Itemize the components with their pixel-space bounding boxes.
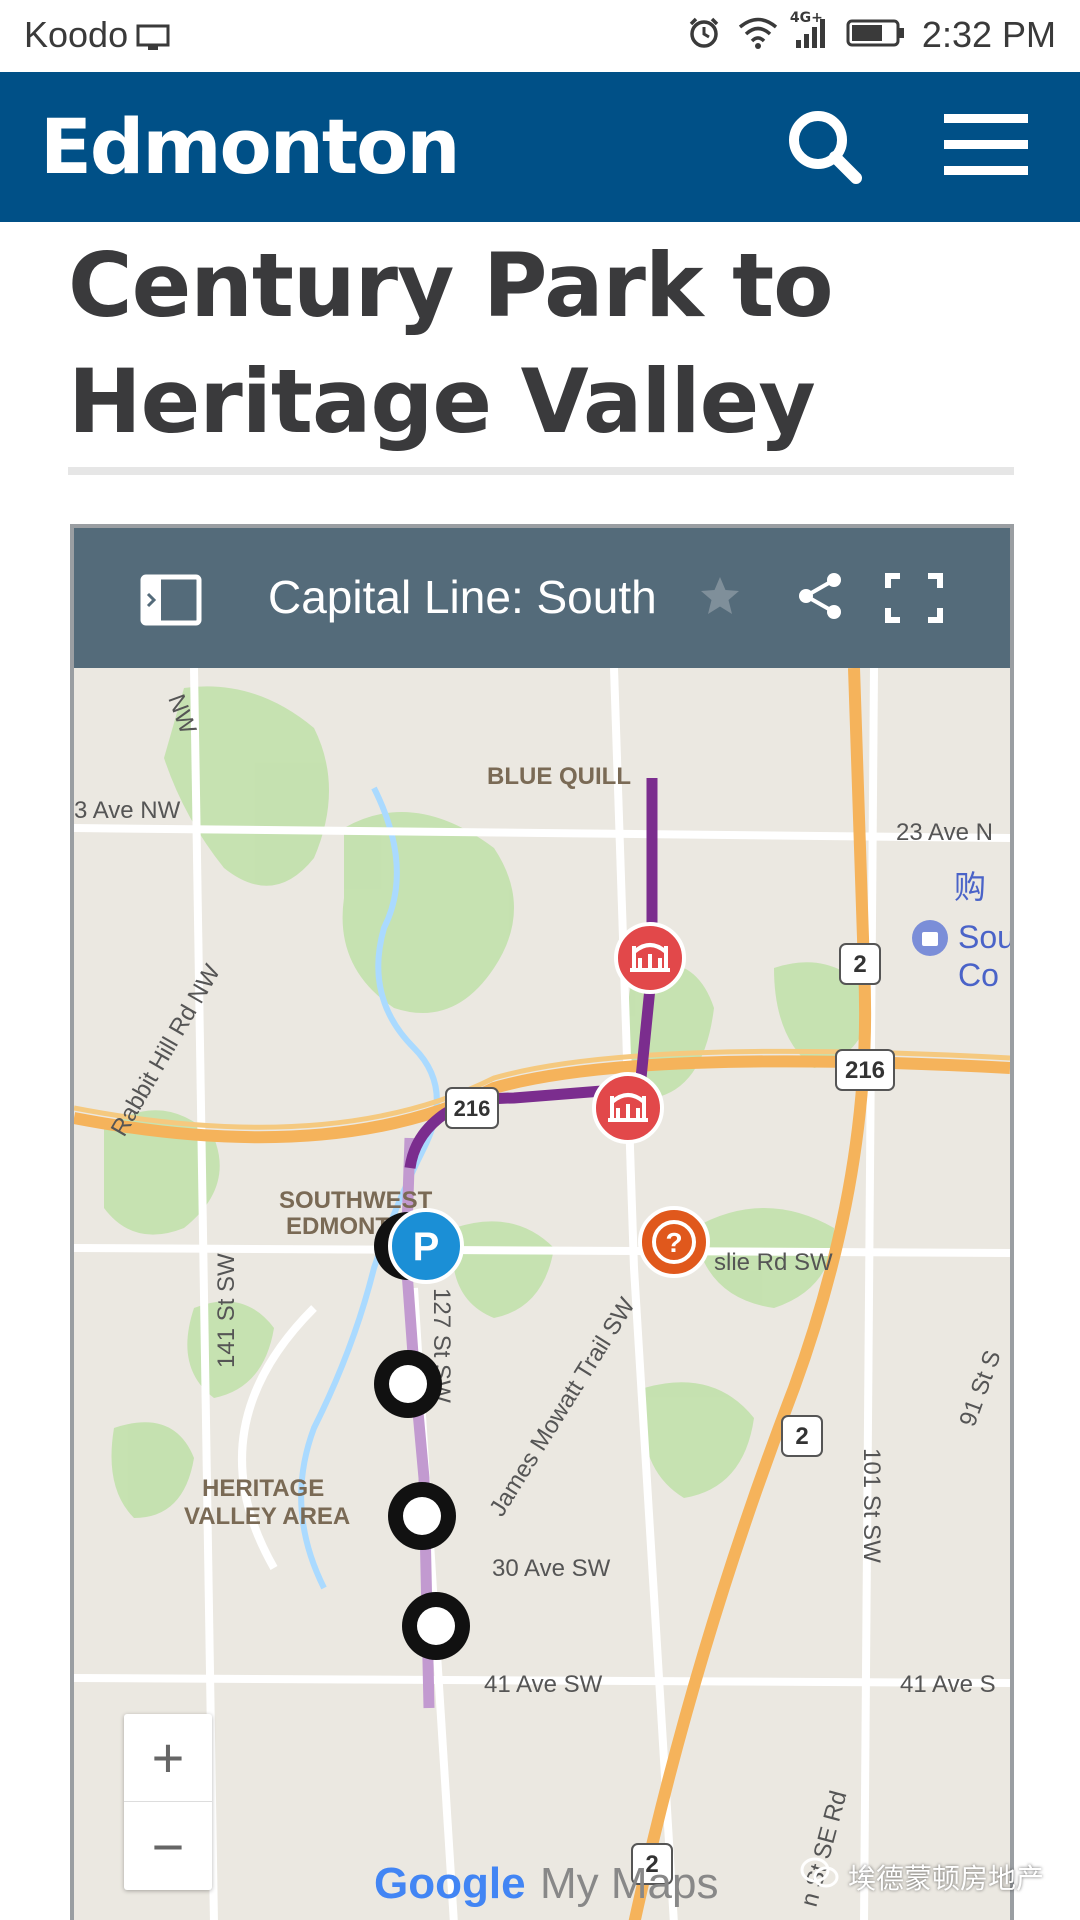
bridge-marker-north[interactable] xyxy=(614,922,686,994)
wechat-icon xyxy=(800,1856,840,1897)
svg-text:?: ? xyxy=(665,1227,682,1258)
carrier-name: Koodo xyxy=(24,14,129,55)
svg-text:2: 2 xyxy=(795,1423,808,1450)
battery-icon xyxy=(846,18,906,52)
map-toolbar: Capital Line: South xyxy=(74,528,1010,668)
status-bar: Koodo 4G+ 2:32 PM xyxy=(0,0,1080,72)
highway-216-shield-a: 216 xyxy=(445,1087,499,1129)
label-southwest-1: SOUTHWEST xyxy=(279,1187,433,1214)
station-marker-2[interactable] xyxy=(374,1350,442,1418)
label-poi-cn: 购 xyxy=(954,869,986,905)
cellular-signal-icon: 4G+ xyxy=(790,10,830,54)
label-poi-co: Co xyxy=(958,957,999,993)
label-141-st: 141 St SW xyxy=(213,1253,240,1368)
google-my-maps-attribution: Google My Maps xyxy=(374,1859,718,1908)
alarm-icon xyxy=(686,15,722,55)
station-marker-4[interactable] xyxy=(402,1592,470,1660)
wechat-watermark: 埃德蒙顿房地产 xyxy=(800,1856,1044,1897)
bridge-marker-south[interactable] xyxy=(592,1072,664,1144)
shopping-poi-icon[interactable] xyxy=(912,920,948,956)
zoom-in-button[interactable]: + xyxy=(124,1714,212,1802)
clock: 2:32 PM xyxy=(921,14,1056,55)
map-embed: Capital Line: South 216 216 2 2 2 BLUE Q… xyxy=(70,524,1014,1920)
label-heritage-1: HERITAGE xyxy=(202,1475,324,1502)
parking-marker[interactable]: P xyxy=(388,1208,464,1284)
page-title-line-1: Century Park to xyxy=(68,234,834,337)
svg-text:2: 2 xyxy=(853,951,866,978)
fullscreen-icon[interactable] xyxy=(884,572,944,628)
label-blue-quill: BLUE QUILL xyxy=(487,763,631,790)
label-23-ave-right: 23 Ave N xyxy=(896,819,993,846)
highway-2-shield-a: 2 xyxy=(839,943,881,985)
search-icon xyxy=(789,111,862,184)
network-type-label: 4G+ xyxy=(789,10,823,26)
label-41-ave-left: 41 Ave SW xyxy=(484,1671,603,1698)
page-title-line-2: Heritage Valley xyxy=(68,350,816,453)
svg-text:216: 216 xyxy=(454,1096,491,1121)
site-header: Edmonton xyxy=(0,72,1080,222)
zoom-out-button[interactable]: − xyxy=(124,1802,212,1890)
question-marker[interactable]: ? xyxy=(638,1206,710,1278)
label-southwest-2: EDMONT xyxy=(286,1213,390,1240)
search-button[interactable] xyxy=(782,102,872,192)
map-title: Capital Line: South xyxy=(268,571,657,623)
label-41-ave-right: 41 Ave S xyxy=(900,1671,996,1698)
star-icon[interactable] xyxy=(698,574,742,622)
screen-cast-icon xyxy=(136,24,170,56)
svg-text:Google: Google xyxy=(374,1859,526,1908)
station-marker-3[interactable] xyxy=(388,1482,456,1550)
title-divider xyxy=(68,467,1014,475)
label-heritage-2: VALLEY AREA xyxy=(184,1503,350,1530)
page-title: Century Park to Heritage Valley xyxy=(68,228,1028,460)
map-canvas[interactable]: 216 216 2 2 2 BLUE QUILL SOUTHWEST EDMON… xyxy=(74,668,1010,1920)
label-ellerslie: slie Rd SW xyxy=(714,1249,833,1276)
watermark-text: 埃德蒙顿房地产 xyxy=(848,1861,1045,1895)
svg-text:216: 216 xyxy=(845,1057,885,1084)
label-101-st: 101 St SW xyxy=(858,1448,885,1563)
svg-text:P: P xyxy=(413,1225,440,1269)
legend-panel-toggle-icon[interactable] xyxy=(140,574,202,630)
share-icon[interactable] xyxy=(794,570,846,626)
label-30-ave: 30 Ave SW xyxy=(492,1555,611,1582)
highway-216-shield-b: 216 xyxy=(835,1049,895,1091)
menu-button[interactable] xyxy=(942,110,1032,180)
zoom-controls: + − xyxy=(124,1714,212,1890)
label-poi-sou: Sou xyxy=(958,919,1010,955)
wifi-icon xyxy=(738,16,778,54)
edmonton-logo[interactable]: Edmonton xyxy=(40,102,460,191)
label-23-ave-left: 3 Ave NW xyxy=(74,797,181,824)
svg-text:My Maps: My Maps xyxy=(540,1859,718,1908)
hamburger-menu-icon xyxy=(944,114,1028,175)
highway-2-shield-b: 2 xyxy=(781,1415,823,1457)
